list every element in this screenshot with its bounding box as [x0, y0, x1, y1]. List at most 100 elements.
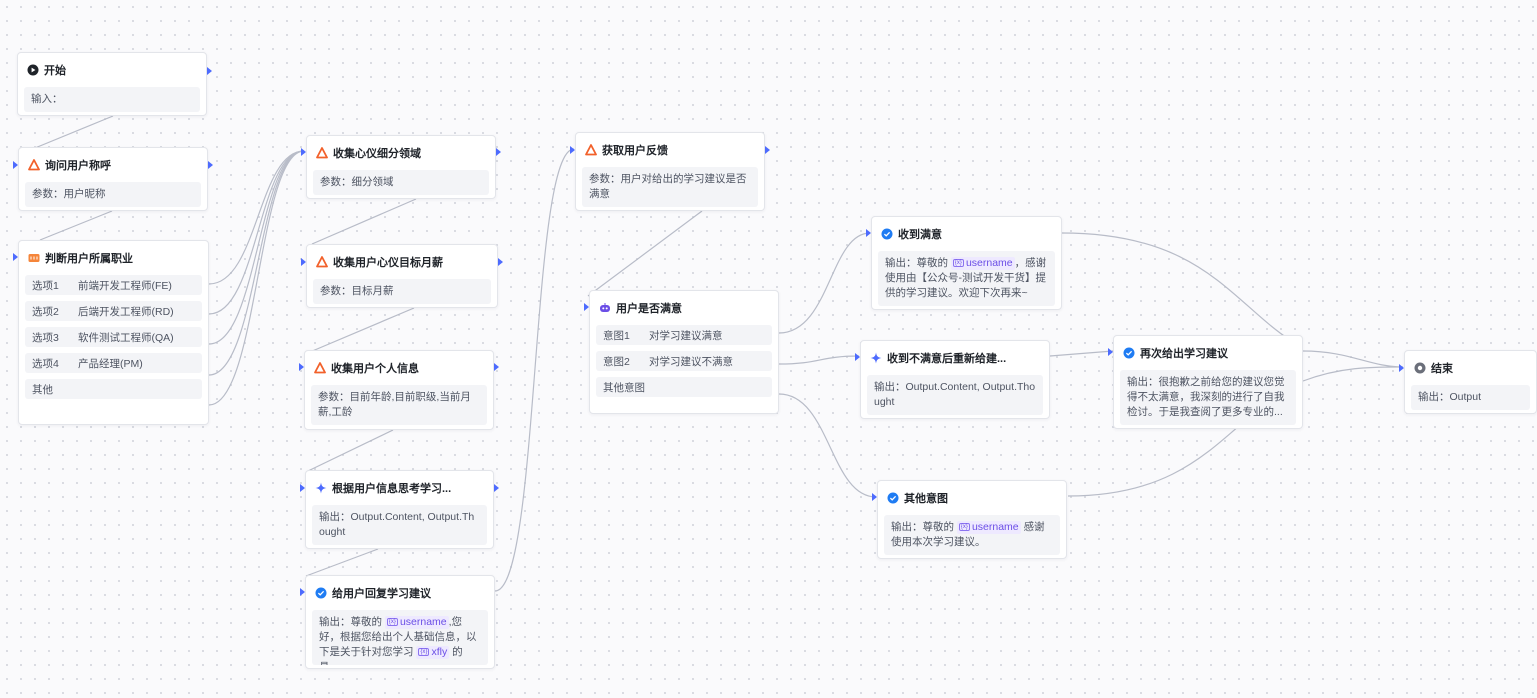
triangle-question-icon	[315, 146, 329, 160]
node-start-input: 输入：	[24, 87, 200, 112]
node-title: 收到满意	[898, 229, 942, 241]
node-again-advice-output: 输出：很抱歉之前给您的建议您觉得不太满意，我深刻的进行了自我检讨。于是我查阅了更…	[1120, 370, 1296, 425]
node-collect-field-param: 参数：细分领域	[313, 170, 489, 195]
field-label: 输出：	[885, 257, 917, 269]
node-start-header: 开始	[18, 53, 206, 87]
judge-option-2[interactable]: 选项2 后端开发工程师(RD)	[25, 301, 202, 321]
output-handle[interactable]	[494, 484, 499, 492]
input-handle[interactable]	[1399, 364, 1404, 372]
edge-regen-again	[1049, 350, 1114, 357]
node-collect-salary-param: 参数：目标月薪	[313, 279, 491, 304]
input-handle[interactable]	[855, 353, 860, 361]
node-satisfied-check[interactable]: 用户是否满意 意图1 对学习建议满意 意图2 对学习建议不满意 其他意图	[584, 290, 779, 414]
node-end[interactable]: 结束 输出：Output	[1399, 350, 1537, 414]
edge-think-reply	[305, 548, 379, 577]
intent-label: 意图1	[603, 329, 630, 342]
node-collect-salary[interactable]: 收集用户心仪目标月薪 参数：目标月薪	[301, 244, 503, 308]
node-collect-field[interactable]: 收集心仪细分领域 参数：细分领域	[301, 135, 501, 199]
input-handle[interactable]	[300, 588, 305, 596]
node-title: 询问用户称呼	[45, 160, 111, 172]
node-collect-personal[interactable]: 收集用户个人信息 参数：目前年龄,目前职级,当前月薪,工龄	[299, 350, 499, 430]
input-handle[interactable]	[299, 363, 304, 371]
option-value: 后端开发工程师(RD)	[78, 305, 174, 318]
check-badge-icon	[1122, 346, 1136, 360]
node-regen-advice-header: 收到不满意后重新给建...	[861, 341, 1049, 375]
option-value: 产品经理(PM)	[78, 357, 143, 370]
output-handle[interactable]	[207, 67, 212, 75]
input-handle[interactable]	[13, 253, 18, 261]
node-other-intent-header: 其他意图	[878, 481, 1066, 515]
edge-judge-fe	[208, 150, 305, 285]
option-label: 其他	[32, 383, 53, 396]
variable-chip: username	[384, 616, 449, 629]
intent-option-2[interactable]: 意图2 对学习建议不满意	[596, 351, 772, 371]
edge-reply-feedback	[494, 148, 575, 592]
input-handle[interactable]	[301, 258, 306, 266]
node-again-advice[interactable]: 再次给出学习建议 输出：很抱歉之前给您的建议您觉得不太满意，我深刻的进行了自我检…	[1108, 335, 1303, 429]
judge-option-other[interactable]: 其他	[25, 379, 202, 399]
input-handle[interactable]	[300, 484, 305, 492]
intent-label: 意图2	[603, 355, 630, 368]
input-handle[interactable]	[866, 229, 871, 237]
node-title: 其他意图	[904, 493, 948, 505]
field-label: 参数：	[318, 391, 350, 403]
input-handle[interactable]	[1108, 348, 1113, 356]
node-judge-job-header: 判断用户所属职业	[19, 241, 208, 275]
edge-feedback-check	[587, 210, 703, 297]
node-title: 给用户回复学习建议	[332, 588, 431, 600]
field-label: 输出：	[1127, 376, 1159, 388]
field-label: 参数：	[589, 173, 621, 185]
field-label: 输出：	[874, 381, 906, 393]
node-received-satisfied[interactable]: 收到满意 输出：尊敬的 username，感谢使用由【公众号-测试开发干货】提供…	[866, 216, 1062, 310]
judge-option-1[interactable]: 选项1 前端开发工程师(FE)	[25, 275, 202, 295]
edge-personal-think	[307, 429, 394, 472]
node-ask-name-header: 询问用户称呼	[19, 148, 207, 182]
node-judge-job[interactable]: 判断用户所属职业 选项1 前端开发工程师(FE) 选项2 后端开发工程师(RD) 选…	[13, 240, 209, 425]
input-handle[interactable]	[13, 161, 18, 169]
node-ask-name[interactable]: 询问用户称呼 参数：用户昵称	[13, 147, 213, 211]
check-badge-icon	[886, 491, 900, 505]
node-reply-advice[interactable]: 给用户回复学习建议 输出：尊敬的 username,您好，根据您给出个人基础信息…	[300, 575, 495, 669]
input-handle[interactable]	[570, 146, 575, 154]
input-handle[interactable]	[872, 493, 877, 501]
node-regen-advice[interactable]: 收到不满意后重新给建... 输出：Output.Content, Output.…	[855, 340, 1050, 419]
output-handle[interactable]	[496, 148, 501, 156]
field-label: 参数：	[320, 285, 352, 297]
node-think-advice[interactable]: 根据用户信息思考学习... 输出：Output.Content, Output.…	[300, 470, 499, 549]
variable-chip: username	[950, 257, 1015, 270]
intent-option-1[interactable]: 意图1 对学习建议满意	[596, 325, 772, 345]
variable-chip: xfly	[416, 646, 450, 659]
node-title: 再次给出学习建议	[1140, 348, 1228, 360]
play-circle-icon	[26, 63, 40, 77]
judge-option-3[interactable]: 选项3 软件测试工程师(QA)	[25, 327, 202, 347]
node-received-satisfied-output: 输出：尊敬的 username，感谢使用由【公众号-测试开发干货】提供的学习建议…	[878, 251, 1055, 306]
node-title: 用户是否满意	[616, 303, 682, 315]
input-handle[interactable]	[301, 148, 306, 156]
node-other-intent[interactable]: 其他意图 输出：尊敬的 username 感谢使用本次学习建议。	[872, 480, 1067, 559]
judge-option-4[interactable]: 选项4 产品经理(PM)	[25, 353, 202, 373]
output-handle[interactable]	[208, 161, 213, 169]
edge-ask-judge	[39, 210, 113, 241]
node-start[interactable]: 开始 输入：	[17, 52, 212, 116]
node-end-output: 输出：Output	[1411, 385, 1530, 410]
field-value: 用户昵称	[63, 188, 106, 200]
input-handle[interactable]	[584, 303, 589, 311]
field-label: 输出：	[319, 511, 351, 523]
node-get-feedback[interactable]: 获取用户反馈 参数：用户对给出的学习建议是否满意	[570, 132, 770, 211]
node-other-intent-output: 输出：尊敬的 username 感谢使用本次学习建议。	[884, 515, 1060, 555]
output-handle[interactable]	[494, 363, 499, 371]
field-label: 输出：	[891, 521, 923, 533]
option-value: 软件测试工程师(QA)	[78, 331, 174, 344]
option-label: 选项4	[32, 357, 59, 370]
field-label: 参数：	[320, 176, 352, 188]
output-handle[interactable]	[498, 258, 503, 266]
node-again-advice-header: 再次给出学习建议	[1114, 336, 1302, 370]
triangle-question-icon	[584, 143, 598, 157]
output-handle[interactable]	[765, 146, 770, 154]
edge-judge-rd	[208, 150, 305, 315]
sparkle-icon	[869, 351, 883, 365]
option-value: 前端开发工程师(FE)	[78, 279, 172, 292]
edge-judge-pm	[208, 150, 305, 376]
intent-option-other[interactable]: 其他意图	[596, 377, 772, 397]
node-collect-salary-header: 收集用户心仪目标月薪	[307, 245, 497, 279]
